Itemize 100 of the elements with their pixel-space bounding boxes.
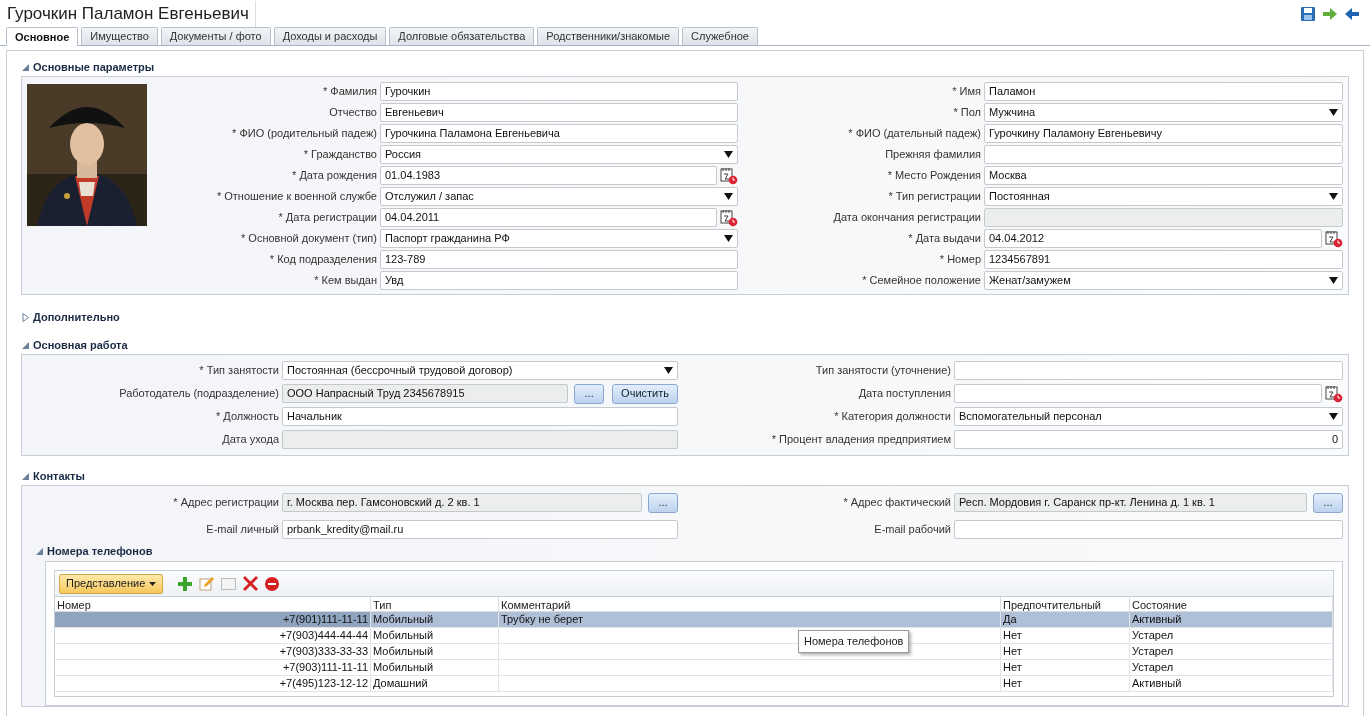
table-row[interactable]: +7(901)111-11-11 Мобильный Трубку не берет Да Активный: [55, 612, 1333, 628]
input-field[interactable]: 01.04.1983: [380, 166, 717, 185]
input-field[interactable]: Евгеньевич: [380, 103, 738, 122]
remove-icon[interactable]: [265, 576, 280, 591]
table-cell-text: Устарел: [1132, 644, 1174, 660]
table-row[interactable]: +7(495)123-12-12 Домашний Нет Активный: [55, 676, 1333, 692]
input-field[interactable]: Москва: [984, 166, 1343, 185]
input-field[interactable]: Гурочкин: [380, 82, 738, 101]
expand-icon[interactable]: [21, 312, 30, 322]
dropdown[interactable]: Постоянная: [984, 187, 1343, 206]
arrow-right-icon[interactable]: [1322, 6, 1338, 22]
dropdown[interactable]: Россия: [380, 145, 738, 164]
tab[interactable]: Документы / фото: [160, 27, 271, 45]
table-cell-text: Домашний: [373, 676, 428, 692]
table-cell-text: Мобильный: [373, 644, 434, 660]
input-field[interactable]: [984, 145, 1343, 164]
input-field[interactable]: ООО Напрасный Труд 2345678915: [282, 384, 569, 403]
edit-icon[interactable]: [199, 576, 215, 591]
collapse-icon[interactable]: [21, 340, 30, 350]
dropdown-caret-icon: [1329, 413, 1338, 420]
save-icon[interactable]: [1300, 6, 1316, 22]
dropdown[interactable]: Мужчина: [984, 103, 1343, 122]
table-cell-text: Мобильный: [373, 612, 434, 628]
input-field[interactable]: Начальник: [282, 407, 678, 426]
column-header[interactable]: Предпочтительный: [1001, 597, 1130, 611]
input-field[interactable]: Гурочкина Паламона Евгеньевича: [380, 124, 738, 143]
field-label: Отчество: [328, 105, 377, 121]
dropdown-caret-icon: [1329, 193, 1338, 200]
dropdown[interactable]: Вспомогательный персонал: [954, 407, 1343, 426]
input-field[interactable]: 04.04.2012: [984, 229, 1322, 248]
field-label: Прежняя фамилия: [884, 147, 981, 163]
table-cell-text: Мобильный: [373, 628, 434, 644]
column-header[interactable]: Комментарий: [499, 597, 1001, 611]
field-label: * Номер: [938, 252, 981, 268]
browse-button[interactable]: ...: [1313, 492, 1343, 513]
section-title: Основная работа: [33, 337, 128, 353]
field-label: * Категория должности: [833, 409, 951, 425]
input-field[interactable]: Увд: [380, 271, 738, 290]
input-field[interactable]: Респ. Мордовия г. Саранск пр-кт. Ленина д. 1 кв. 1: [954, 493, 1307, 512]
input-field[interactable]: 123-789: [380, 250, 738, 269]
input-field[interactable]: [954, 520, 1343, 539]
input-field[interactable]: prbank_kredity@mail.ru: [282, 520, 678, 539]
browse-button[interactable]: ...: [648, 492, 678, 513]
input-field[interactable]: 0: [954, 430, 1343, 449]
field-label: * Код подразделения: [268, 252, 377, 268]
view-menu-button[interactable]: Представление: [59, 573, 164, 594]
dropdown-caret-icon: [1329, 109, 1338, 116]
calendar-icon[interactable]: [720, 166, 738, 185]
dropdown[interactable]: Женат/замужем: [984, 271, 1343, 290]
collapse-icon[interactable]: [35, 546, 44, 556]
collapse-icon[interactable]: [21, 471, 30, 481]
clear-button[interactable]: Очистить: [612, 383, 678, 404]
dropdown-caret-icon: [664, 367, 673, 374]
input-field[interactable]: г. Москва пер. Гамсоновский д. 2 кв. 1: [282, 493, 642, 512]
section-title: Номера телефонов: [47, 543, 153, 559]
column-header[interactable]: Тип: [371, 597, 499, 611]
table-row[interactable]: +7(903)111-11-11 Мобильный Нет Устарел: [55, 660, 1333, 676]
input-field[interactable]: [954, 384, 1322, 403]
field-label: * Адрес регистрации: [172, 495, 279, 511]
column-header[interactable]: Состояние: [1130, 597, 1333, 611]
tab[interactable]: Родственники/знакомые: [537, 27, 679, 45]
tab[interactable]: Доходы и расходы: [273, 27, 387, 45]
page-title: Гурочкин Паламон Евгеньевич: [7, 1, 256, 27]
field-label: * Имя: [951, 84, 981, 100]
field-label: E-mail рабочий: [873, 522, 951, 538]
input-field[interactable]: 1234567891: [984, 250, 1343, 269]
tab[interactable]: Имущество: [81, 27, 158, 45]
input-field[interactable]: [954, 361, 1343, 380]
tab[interactable]: Долговые обязательства: [389, 27, 535, 45]
field-label: Дата окончания регистрации: [832, 210, 981, 226]
field-label: * Гражданство: [302, 147, 377, 163]
column-header[interactable]: Номер: [55, 597, 371, 611]
input-field[interactable]: Паламон: [984, 82, 1343, 101]
browse-button[interactable]: ...: [574, 383, 605, 404]
calendar-icon[interactable]: [1325, 384, 1343, 403]
tab[interactable]: Основное: [6, 27, 79, 46]
dropdown[interactable]: Паспорт гражданина РФ: [380, 229, 738, 248]
dropdown-caret-icon: [724, 151, 733, 158]
dropdown[interactable]: Отслужил / запас: [380, 187, 738, 206]
input-field[interactable]: Гурочкину Паламону Евгеньевичу: [984, 124, 1343, 143]
collapse-icon[interactable]: [21, 62, 30, 72]
field-label: * Тип занятости: [198, 363, 279, 379]
tab[interactable]: Служебное: [682, 27, 758, 45]
tooltip: Номера телефонов: [798, 630, 910, 653]
section-title: Контакты: [33, 468, 85, 484]
field-label: * Процент владения предприятием: [770, 432, 951, 448]
arrow-left-icon[interactable]: [1344, 6, 1360, 22]
delete-icon[interactable]: [243, 576, 259, 591]
input-field[interactable]: 04.04.2011: [380, 208, 717, 227]
field-label: * Должность: [214, 409, 279, 425]
field-label: * Дата выдачи: [907, 231, 981, 247]
input-field[interactable]: [282, 430, 678, 449]
field-label: * Отношение к военной службе: [215, 189, 377, 205]
field-label: Дата поступления: [857, 386, 951, 402]
dropdown[interactable]: Постоянная (бессрочный трудовой договор): [282, 361, 678, 380]
calendar-icon[interactable]: [720, 208, 738, 227]
add-icon[interactable]: [178, 576, 193, 591]
table-cell-text: Устарел: [1132, 628, 1174, 644]
input-field[interactable]: [984, 208, 1343, 227]
calendar-icon[interactable]: [1325, 229, 1343, 248]
